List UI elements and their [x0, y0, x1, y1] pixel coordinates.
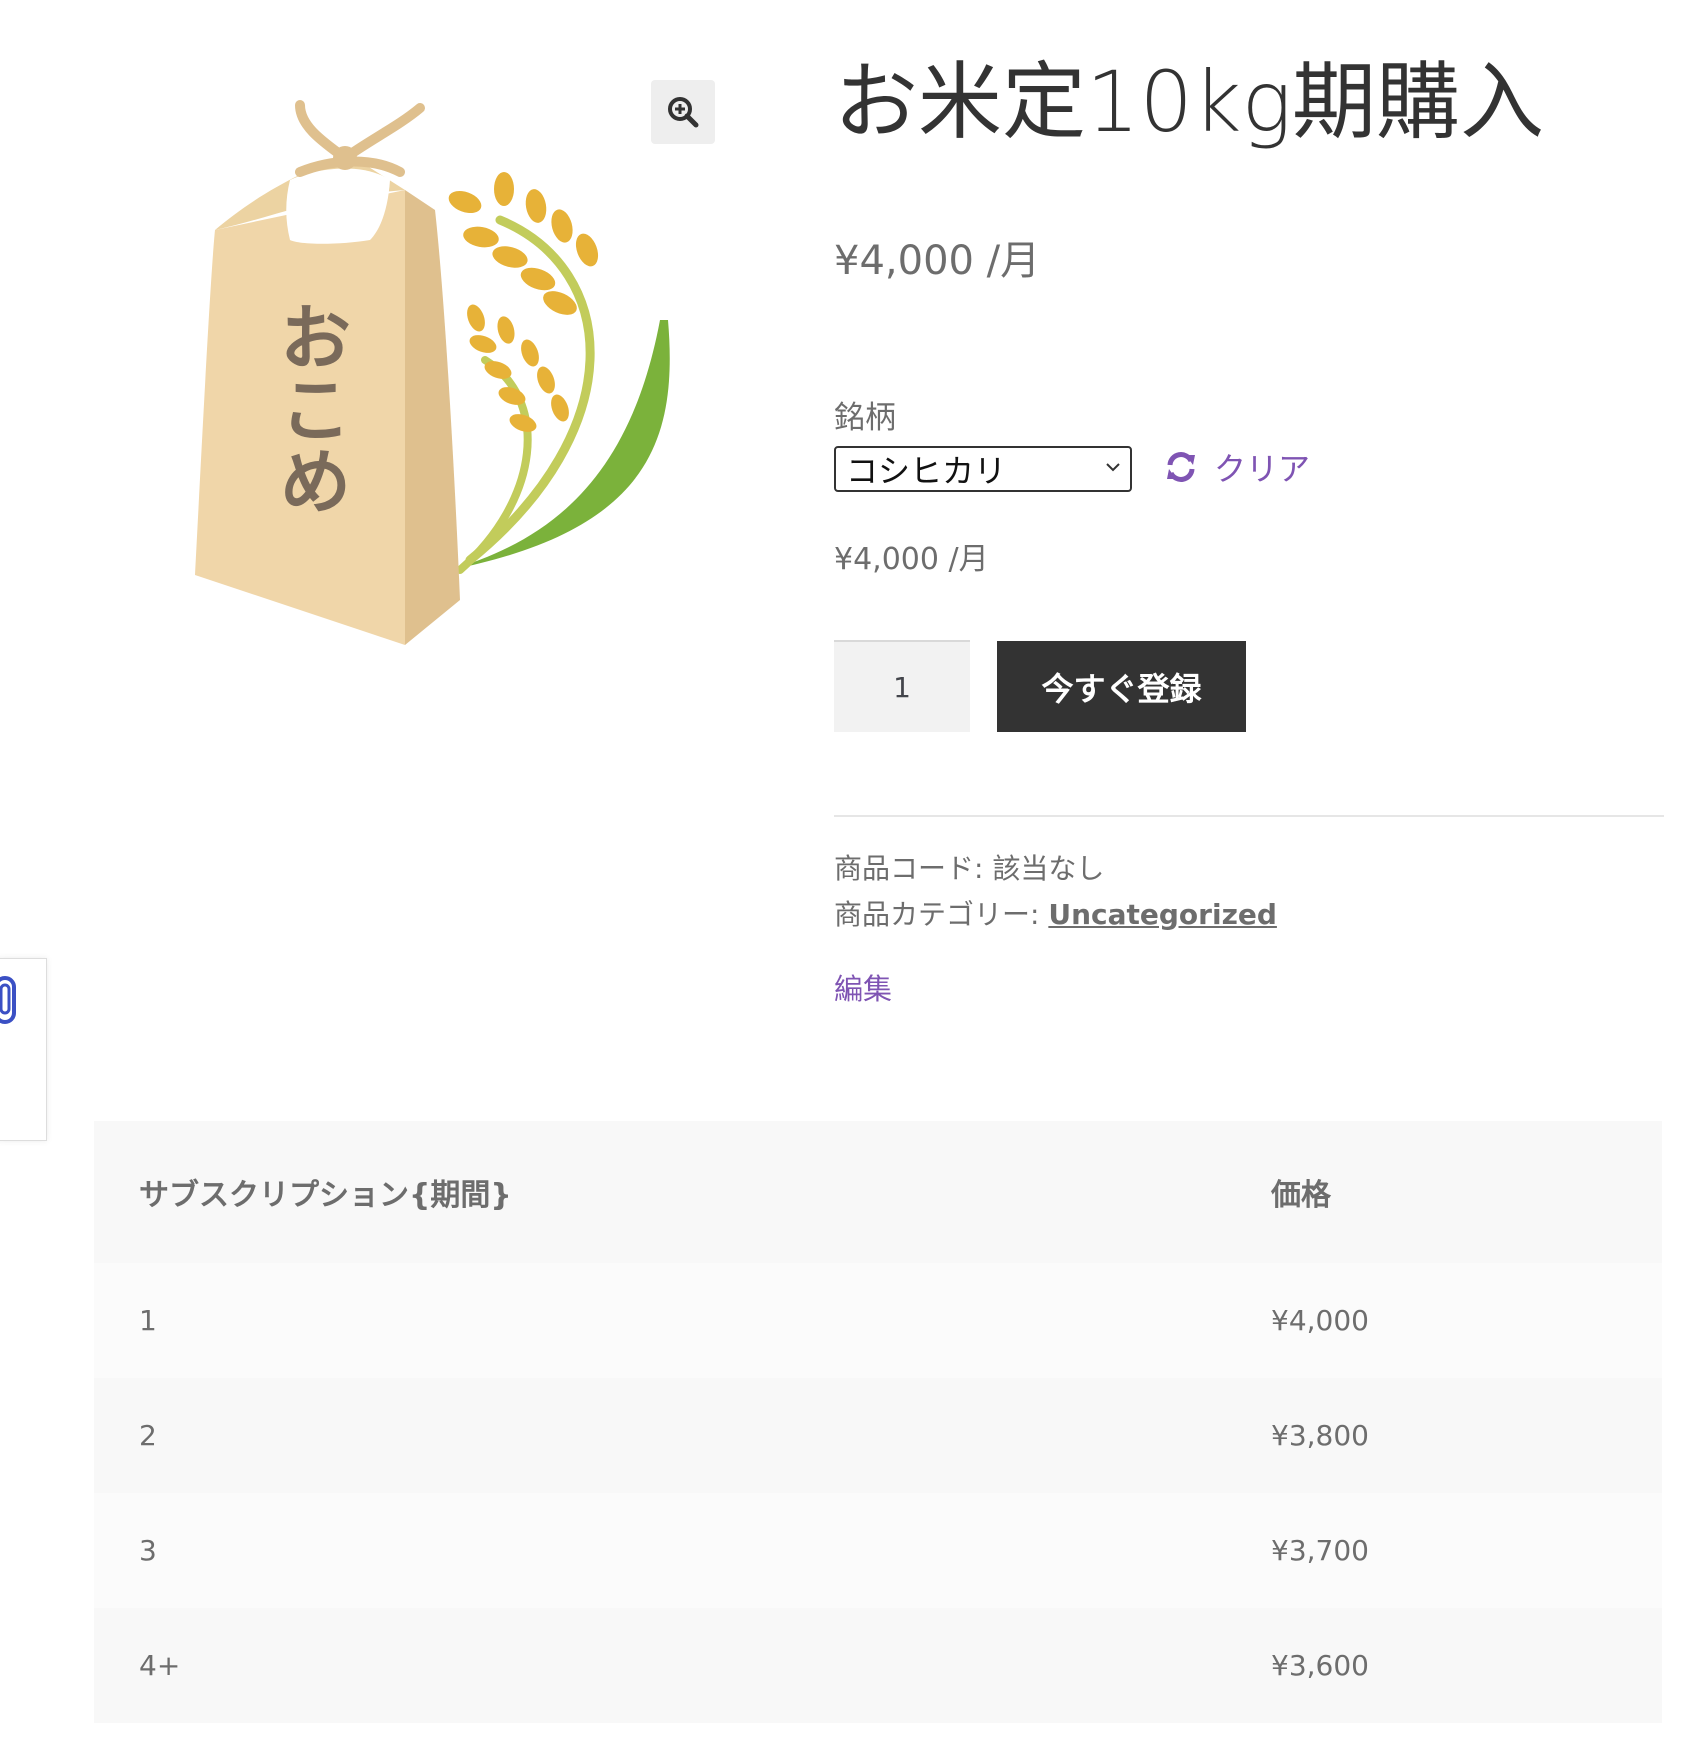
column-header: サブスクリプション{期間} — [94, 1121, 1226, 1263]
product-meta: 商品コード: 該当なし 商品カテゴリー: Uncategorized — [834, 846, 1277, 938]
table-header-row: サブスクリプション{期間} 価格 — [94, 1121, 1662, 1263]
variation-selected-value: コシヒカリ — [846, 452, 1007, 490]
chevron-down-icon — [1106, 463, 1120, 472]
product-title: お米定10kg期購入 — [834, 53, 1544, 151]
table-row: 1 ¥4,000 — [94, 1263, 1662, 1378]
variation-price: ¥4,000 /月 — [834, 542, 989, 577]
price-cell: ¥4,000 — [1226, 1263, 1662, 1378]
product-image: おこめ — [190, 100, 730, 660]
zoom-in-icon — [668, 97, 699, 128]
period-cell: 3 — [94, 1493, 1226, 1608]
add-to-cart-button[interactable]: 今すぐ登録 — [997, 641, 1246, 732]
price-cell: ¥3,800 — [1226, 1378, 1662, 1493]
category-label: 商品カテゴリー: — [834, 898, 1049, 931]
reset-label: クリア — [1214, 450, 1311, 488]
zoom-button[interactable] — [651, 80, 715, 144]
sku-value: 該当なし — [992, 852, 1105, 885]
side-widget[interactable] — [0, 958, 47, 1141]
price-cell: ¥3,600 — [1226, 1608, 1662, 1723]
bag-label: おこめ — [267, 300, 352, 516]
category-link[interactable]: Uncategorized — [1048, 898, 1277, 931]
table-row: 2 ¥3,800 — [94, 1378, 1662, 1493]
price-cell: ¥3,700 — [1226, 1493, 1662, 1608]
sku-row: 商品コード: 該当なし — [834, 846, 1277, 892]
variation-select[interactable]: コシヒカリ — [834, 446, 1132, 492]
category-row: 商品カテゴリー: Uncategorized — [834, 892, 1277, 938]
variation-label: 銘柄 — [834, 400, 896, 436]
divider — [834, 815, 1664, 817]
reset-variations-link[interactable]: クリア — [1164, 444, 1310, 490]
quantity-input[interactable] — [834, 640, 970, 732]
table-row: 4+ ¥3,600 — [94, 1608, 1662, 1723]
column-header: 価格 — [1226, 1121, 1662, 1263]
product-price: ¥4,000 /月 — [834, 238, 1041, 284]
period-cell: 4+ — [94, 1608, 1226, 1723]
period-cell: 2 — [94, 1378, 1226, 1493]
sku-label: 商品コード: — [834, 852, 993, 885]
paperclip-icon — [0, 976, 16, 1024]
table-row: 3 ¥3,700 — [94, 1493, 1662, 1608]
period-cell: 1 — [94, 1263, 1226, 1378]
refresh-icon — [1167, 452, 1195, 482]
pricing-table: サブスクリプション{期間} 価格 1 ¥4,000 2 ¥3,800 3 ¥3,… — [94, 1121, 1662, 1723]
edit-link[interactable]: 編集 — [834, 966, 892, 1008]
